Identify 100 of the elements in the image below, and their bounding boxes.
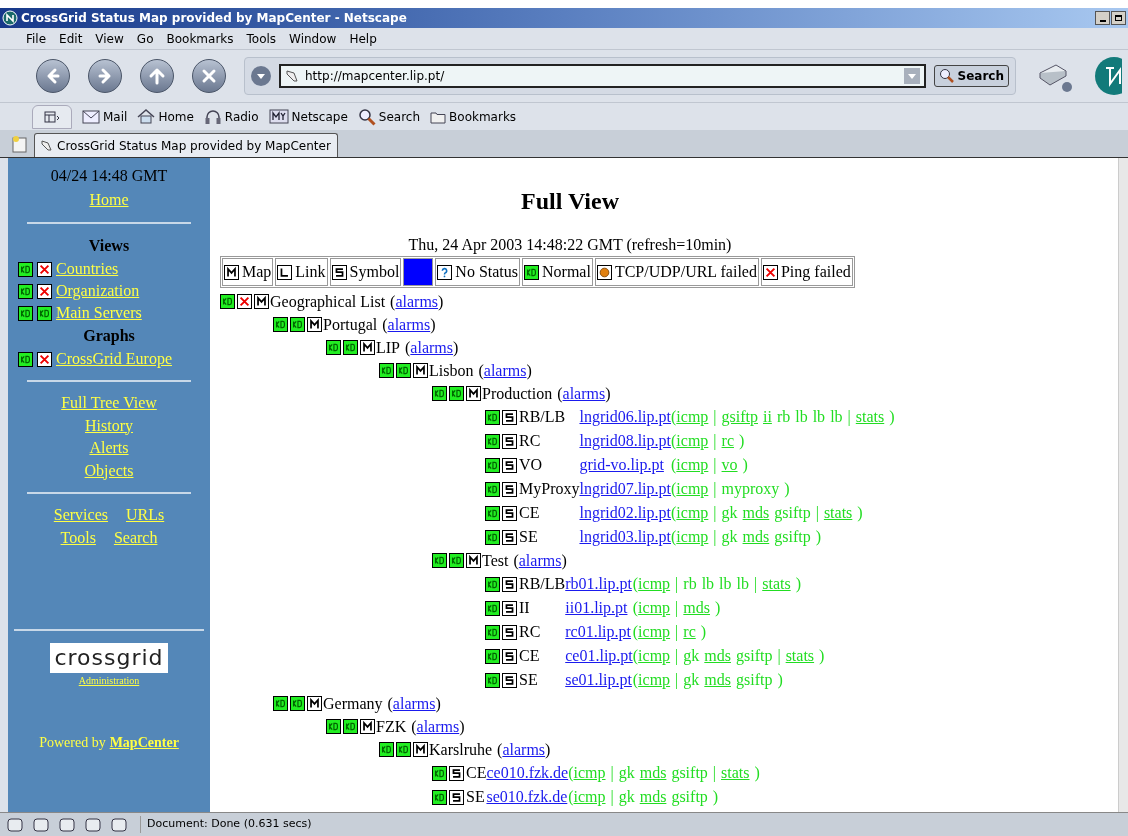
view-link[interactable]: CrossGrid Europe <box>56 347 172 371</box>
status-link[interactable]: icmp <box>638 596 671 620</box>
crossgrid-logo[interactable]: crossgrid <box>50 643 168 673</box>
menu-item[interactable]: Bookmarks <box>166 29 234 48</box>
status-link[interactable]: alarms <box>483 358 527 383</box>
nav-link[interactable]: Alerts <box>89 437 129 460</box>
host-link[interactable]: se01.lip.pt <box>565 668 632 692</box>
status-link[interactable]: ii <box>763 405 772 429</box>
status-link[interactable]: mds <box>742 501 770 525</box>
home-link[interactable]: Home <box>89 188 129 212</box>
host-link[interactable]: lngrid06.lip.pt <box>579 405 671 429</box>
reload-button[interactable] <box>140 59 174 93</box>
status-link[interactable]: icmp <box>573 761 606 785</box>
toolbar-button[interactable]: Home <box>137 107 194 126</box>
host-link[interactable]: ce01.lip.pt <box>565 644 633 668</box>
host-link[interactable]: grid-vo.lip.pt <box>579 453 664 477</box>
status-link[interactable]: icmp <box>676 429 709 453</box>
dropdown-button[interactable] <box>251 66 271 86</box>
component-icon[interactable] <box>6 816 24 833</box>
host-link[interactable]: ce010.fzk.de <box>486 761 569 785</box>
status-link[interactable]: icmp <box>638 572 671 596</box>
host-link[interactable]: lngrid08.lip.pt <box>579 429 671 453</box>
status-link[interactable]: alarms <box>395 289 439 314</box>
scrollbar[interactable] <box>1118 158 1128 812</box>
restore-button[interactable] <box>1111 11 1126 25</box>
menu-item[interactable]: Tools <box>246 29 277 48</box>
search-button[interactable]: Search <box>933 65 1009 87</box>
status-link[interactable]: alarms <box>562 381 606 406</box>
status-link[interactable]: icmp <box>676 405 709 429</box>
status-link[interactable]: icmp <box>573 785 606 809</box>
host-link[interactable]: se010.fzk.de <box>486 785 568 809</box>
admin-link[interactable]: Administration <box>78 673 140 688</box>
status-link[interactable]: alarms <box>387 312 431 337</box>
nav-link[interactable]: URLs <box>126 504 165 527</box>
toolbar-button[interactable]: Mail <box>82 107 128 126</box>
new-tab-icon[interactable] <box>10 134 30 154</box>
status-link[interactable]: alarms <box>502 737 546 762</box>
status-link[interactable]: icmp <box>676 477 709 501</box>
menu-item[interactable]: File <box>26 29 47 48</box>
host-link[interactable]: rc01.lip.pt <box>565 620 631 644</box>
status-link[interactable]: rc <box>683 620 696 644</box>
host-link[interactable]: lngrid03.lip.pt <box>579 525 671 549</box>
nav-link[interactable]: Objects <box>84 459 134 482</box>
status-link[interactable]: rc <box>721 429 734 453</box>
status-link[interactable]: icmp <box>676 525 709 549</box>
component-icon[interactable] <box>58 816 76 833</box>
status-link[interactable]: stats <box>855 405 885 429</box>
status-link[interactable]: stats <box>721 761 750 785</box>
toolbar-button[interactable]: Bookmarks <box>430 107 517 126</box>
status-link[interactable]: mds <box>683 596 710 620</box>
menu-item[interactable]: Go <box>136 29 154 48</box>
minimize-button[interactable] <box>1095 11 1110 25</box>
nav-link[interactable]: Tools <box>60 526 96 549</box>
status-link[interactable]: alarms <box>518 548 562 573</box>
forward-button[interactable] <box>88 59 122 93</box>
toolbar-button[interactable]: Radio <box>203 107 259 126</box>
menu-item[interactable]: Help <box>349 29 377 48</box>
status-link[interactable]: stats <box>823 501 853 525</box>
component-icon[interactable] <box>84 816 102 833</box>
component-icon[interactable] <box>32 816 50 833</box>
status-link[interactable]: gsiftp <box>721 405 758 429</box>
menu-item[interactable]: View <box>95 29 124 48</box>
host-link[interactable]: lngrid02.lip.pt <box>579 501 671 525</box>
status-link[interactable]: mds <box>639 761 667 785</box>
status-link[interactable]: icmp <box>676 453 709 477</box>
status-link[interactable]: alarms <box>392 691 436 716</box>
nav-link[interactable]: History <box>85 414 133 437</box>
status-link[interactable]: alarms <box>416 714 460 739</box>
back-button[interactable] <box>36 59 70 93</box>
view-link[interactable]: Main Servers <box>56 301 142 325</box>
status-link[interactable]: mds <box>742 525 770 549</box>
view-link[interactable]: Organization <box>56 279 140 303</box>
nav-link[interactable]: Search <box>113 526 158 549</box>
status-link[interactable]: stats <box>762 572 791 596</box>
host-link[interactable]: lngrid07.lip.pt <box>579 477 671 501</box>
browser-tab[interactable]: CrossGrid Status Map provided by MapCenter <box>34 133 338 157</box>
status-link[interactable]: alarms <box>410 335 453 360</box>
status-link[interactable]: mds <box>639 785 667 809</box>
address-field[interactable]: http://mapcenter.lip.pt/ <box>279 64 926 88</box>
status-link[interactable]: icmp <box>676 501 709 525</box>
menu-item[interactable]: Window <box>289 29 337 48</box>
status-link[interactable]: icmp <box>638 644 671 668</box>
status-link[interactable]: mds <box>704 668 731 692</box>
status-link[interactable]: stats <box>785 644 815 668</box>
component-icon[interactable] <box>110 816 128 833</box>
stop-button[interactable] <box>192 59 226 93</box>
menu-item[interactable]: Edit <box>59 29 83 48</box>
mapcenter-link[interactable]: MapCenter <box>109 732 179 753</box>
host-link[interactable]: rb01.lip.pt <box>565 572 632 596</box>
host-link[interactable]: ii01.lip.pt <box>565 596 628 620</box>
sidebar-toggle-button[interactable] <box>32 104 72 129</box>
status-link[interactable]: icmp <box>638 620 671 644</box>
nav-link[interactable]: Services <box>53 504 108 527</box>
status-link[interactable]: icmp <box>638 668 671 692</box>
toolbar-button[interactable]: Search <box>357 107 421 126</box>
nav-link[interactable]: Full Tree View <box>61 392 157 415</box>
status-link[interactable]: mds <box>704 644 731 668</box>
toolbar-button[interactable]: Netscape <box>268 107 348 126</box>
view-link[interactable]: Countries <box>56 257 119 281</box>
status-link[interactable]: vo <box>721 453 738 477</box>
